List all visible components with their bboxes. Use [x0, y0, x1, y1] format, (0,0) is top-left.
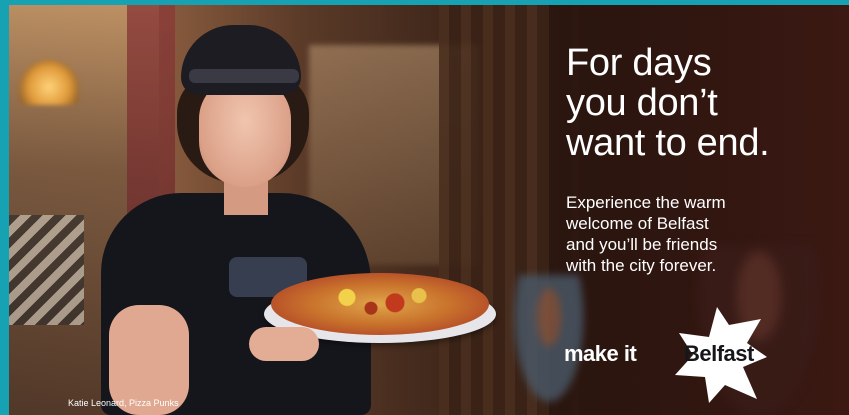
cap-band: [189, 69, 299, 83]
headline-line: you don’t: [566, 82, 718, 124]
headline: For days you don’t want to end.: [566, 43, 846, 163]
body-line: and you’ll be friends: [566, 235, 718, 254]
headline-line: want to end.: [566, 122, 770, 164]
headline-line: For days: [566, 42, 712, 84]
waitress-hand: [249, 327, 319, 361]
pizza-toppings: [299, 283, 459, 319]
logo-belfast-text: Belfast: [684, 341, 754, 366]
body-line: welcome of Belfast: [566, 214, 709, 233]
body-copy: Experience the warm welcome of Belfast a…: [566, 192, 796, 276]
waitress-illustration: [89, 25, 389, 415]
logo-make-it-text: make it: [564, 341, 637, 366]
ad-banner[interactable]: For days you don’t want to end. Experien…: [9, 5, 849, 415]
body-line: with the city forever.: [566, 256, 717, 275]
photo-credit: Katie Leonard, Pizza Punks: [68, 398, 179, 408]
body-line: Experience the warm: [566, 193, 726, 212]
waitress-cap: [181, 25, 301, 95]
make-it-belfast-logo[interactable]: make it Belfast: [564, 305, 774, 405]
background-chevron-pattern: [9, 215, 84, 325]
